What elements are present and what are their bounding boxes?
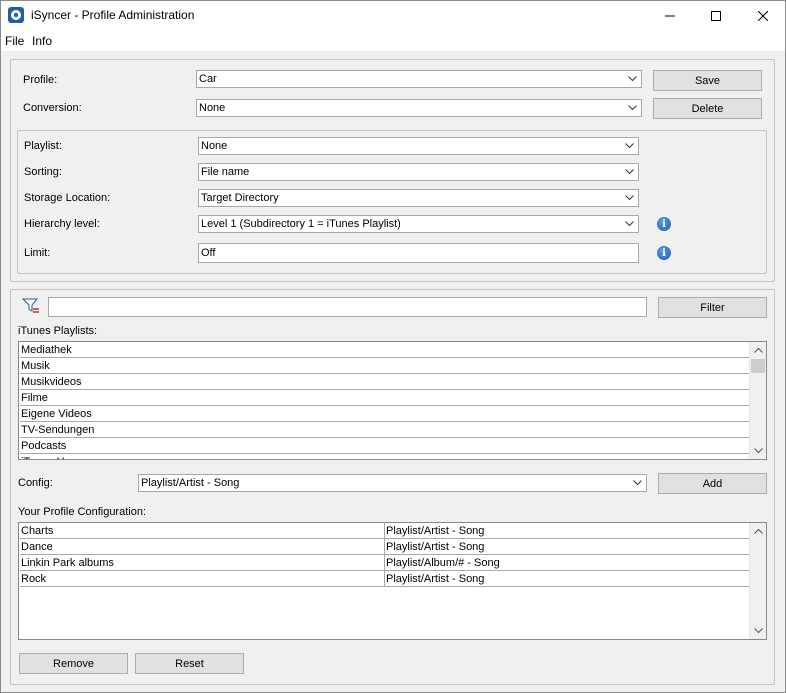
- list-item-label: iTunes U: [21, 456, 65, 459]
- column-divider: [384, 571, 385, 587]
- window-title: iSyncer - Profile Administration: [31, 8, 195, 22]
- limit-info-icon[interactable]: i: [657, 246, 671, 260]
- list-item-label: Podcasts: [21, 440, 67, 452]
- list-item[interactable]: Podcasts: [20, 438, 749, 454]
- profile-configuration-table[interactable]: Charts Playlist/Artist - Song Dance Playlis…: [18, 522, 767, 640]
- list-item[interactable]: Eigene Videos: [20, 406, 749, 422]
- config-label: Config:: [18, 477, 53, 489]
- table-row[interactable]: Rock Playlist/Artist - Song: [20, 571, 749, 587]
- add-button[interactable]: Add: [658, 473, 767, 494]
- list-item-label: Eigene Videos: [21, 408, 92, 420]
- list-item-label: Filme: [21, 392, 48, 404]
- storage-location-value: Target Directory: [201, 192, 279, 204]
- minimize-button[interactable]: [647, 0, 693, 31]
- menu-info[interactable]: Info: [32, 34, 52, 48]
- config-cell: Playlist/Album/# - Song: [386, 557, 500, 569]
- minimize-icon: [665, 15, 675, 16]
- hierarchy-level-label: Hierarchy level:: [24, 218, 100, 230]
- remove-button[interactable]: Remove: [19, 653, 128, 674]
- playlist-label: Playlist:: [24, 140, 62, 152]
- storage-location-combo[interactable]: Target Directory: [198, 189, 639, 207]
- list-item-label: TV-Sendungen: [21, 424, 95, 436]
- app-icon: [8, 7, 24, 23]
- limit-value: Off: [201, 247, 216, 259]
- list-item-label: Musik: [21, 360, 50, 372]
- config-scrollbar[interactable]: [749, 523, 766, 639]
- profile-label: Profile:: [23, 74, 58, 86]
- close-icon: [758, 10, 768, 21]
- itunes-playlists-list[interactable]: Mediathek Musik Musikvideos Filme Eigene Vid…: [18, 341, 767, 460]
- conversion-value: None: [199, 102, 226, 114]
- delete-button[interactable]: Delete: [653, 98, 762, 119]
- filter-icon[interactable]: [21, 298, 40, 314]
- config-cell: Playlist/Artist - Song: [386, 525, 485, 537]
- list-item-label: Mediathek: [21, 344, 72, 356]
- sorting-label: Sorting:: [24, 166, 62, 178]
- table-row[interactable]: Dance Playlist/Artist - Song: [20, 539, 749, 555]
- scroll-down-icon[interactable]: [750, 623, 766, 639]
- sorting-value: File name: [201, 166, 250, 178]
- scroll-up-icon[interactable]: [750, 523, 766, 539]
- column-divider: [384, 523, 385, 539]
- list-item[interactable]: Musikvideos: [20, 374, 749, 390]
- storage-location-label: Storage Location:: [24, 192, 111, 204]
- config-cell: Playlist/Artist - Song: [386, 541, 485, 553]
- maximize-icon: [711, 10, 721, 21]
- scroll-down-icon[interactable]: [750, 443, 766, 459]
- playlist-cell: Charts: [21, 525, 54, 537]
- column-divider: [384, 555, 385, 571]
- chevron-down-icon: [622, 139, 637, 153]
- playlist-combo[interactable]: None: [198, 137, 639, 155]
- playlist-cell: Dance: [21, 541, 53, 553]
- close-button[interactable]: [740, 0, 786, 31]
- list-item-label: Musikvideos: [21, 376, 82, 388]
- chevron-down-icon: [630, 476, 645, 490]
- profile-value: Car: [199, 73, 217, 85]
- maximize-button[interactable]: [693, 0, 739, 31]
- config-cell: Playlist/Artist - Song: [386, 573, 485, 585]
- list-item[interactable]: Musik: [20, 358, 749, 374]
- scroll-thumb[interactable]: [751, 359, 765, 373]
- reset-button[interactable]: Reset: [135, 653, 244, 674]
- playlists-scrollbar[interactable]: [749, 342, 766, 459]
- playlist-cell: Linkin Park albums: [21, 557, 114, 569]
- chevron-down-icon: [625, 72, 640, 86]
- config-combo[interactable]: Playlist/Artist - Song: [138, 474, 647, 492]
- chevron-down-icon: [622, 191, 637, 205]
- profile-combo[interactable]: Car: [196, 70, 642, 88]
- sorting-combo[interactable]: File name: [198, 163, 639, 181]
- column-divider: [384, 539, 385, 555]
- conversion-combo[interactable]: None: [196, 99, 642, 117]
- menu-bar: [0, 31, 786, 51]
- chevron-down-icon: [622, 165, 637, 179]
- hierarchy-level-value: Level 1 (Subdirectory 1 = iTunes Playlis…: [201, 218, 401, 230]
- playlist-cell: Rock: [21, 573, 47, 585]
- save-button[interactable]: Save: [653, 70, 762, 91]
- menu-file[interactable]: File: [5, 34, 24, 48]
- filter-input[interactable]: [48, 297, 647, 317]
- list-item[interactable]: iTunes U: [20, 454, 749, 459]
- table-row[interactable]: Charts Playlist/Artist - Song: [20, 523, 749, 539]
- filter-button[interactable]: Filter: [658, 297, 767, 318]
- scroll-up-icon[interactable]: [750, 342, 766, 358]
- itunes-playlists-label: iTunes Playlists:: [18, 325, 98, 337]
- list-item[interactable]: TV-Sendungen: [20, 422, 749, 438]
- config-value: Playlist/Artist - Song: [141, 477, 240, 489]
- limit-input[interactable]: Off: [198, 243, 639, 263]
- hierarchy-level-combo[interactable]: Level 1 (Subdirectory 1 = iTunes Playlis…: [198, 215, 639, 233]
- hierarchy-info-icon[interactable]: i: [657, 217, 671, 231]
- table-row[interactable]: Linkin Park albums Playlist/Album/# - Son…: [20, 555, 749, 571]
- chevron-down-icon: [622, 217, 637, 231]
- playlist-value: None: [201, 140, 228, 152]
- chevron-down-icon: [625, 101, 640, 115]
- conversion-label: Conversion:: [23, 102, 82, 114]
- list-item[interactable]: Filme: [20, 390, 749, 406]
- profile-configuration-label: Your Profile Configuration:: [18, 506, 147, 518]
- list-item[interactable]: Mediathek: [20, 342, 749, 358]
- limit-label: Limit:: [24, 247, 51, 259]
